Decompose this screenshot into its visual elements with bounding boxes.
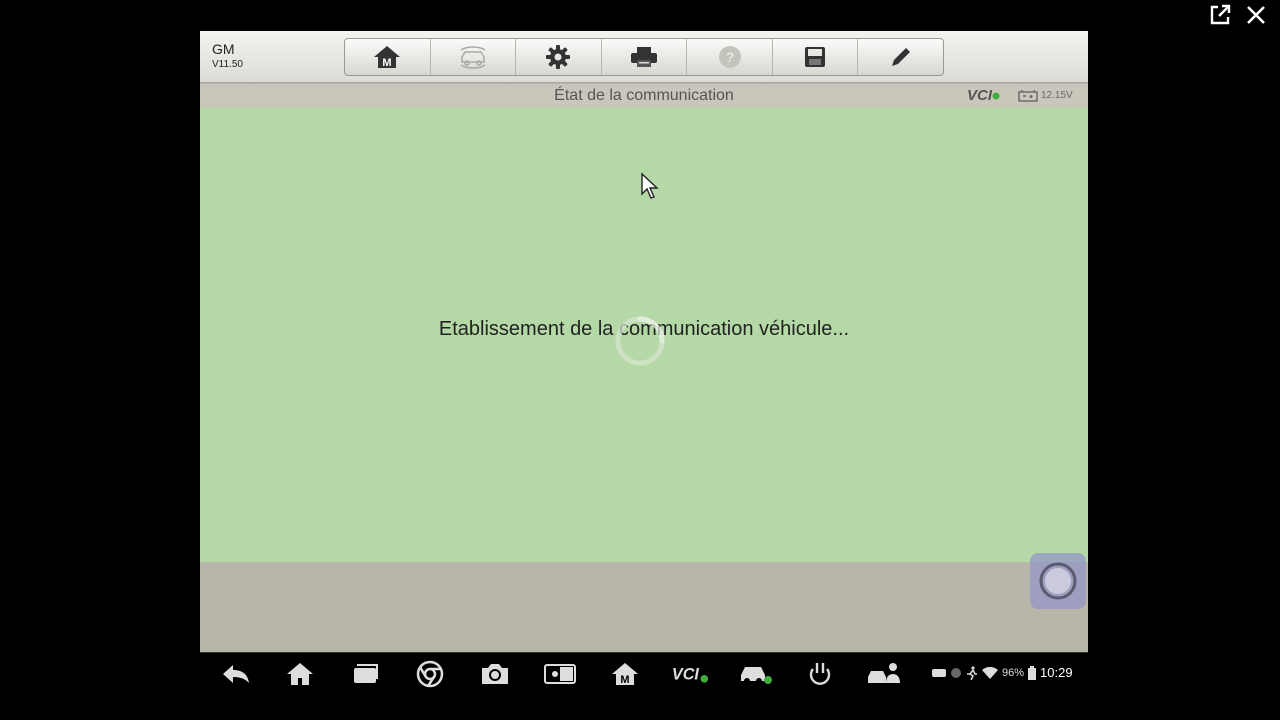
page-title: État de la communication <box>554 87 734 104</box>
technician-button[interactable] <box>865 659 905 689</box>
android-navbar: M VCI 96% 10:29 <box>200 652 1088 695</box>
recent-apps-icon <box>354 664 378 683</box>
technician-car-icon <box>868 663 900 683</box>
camera-button[interactable] <box>475 659 515 689</box>
camera-icon <box>482 664 508 684</box>
status-titlebar: État de la communication VCI 12.15V <box>200 84 1088 108</box>
footer-area <box>200 562 1088 652</box>
loading-spinner-icon <box>615 316 665 366</box>
vehicle-swap-button[interactable] <box>431 39 517 75</box>
svg-text:M: M <box>620 674 629 686</box>
dot-icon <box>951 667 961 678</box>
home-m-icon: M <box>612 663 638 686</box>
gear-icon <box>546 45 571 69</box>
wifi-icon <box>982 666 998 679</box>
toolbar: M ? <box>344 38 944 76</box>
chat-icon <box>932 668 946 677</box>
vehicle-button[interactable] <box>735 659 775 689</box>
svg-text:M: M <box>383 57 392 69</box>
power-button[interactable] <box>800 659 840 689</box>
tablet-screen: GM V11.50 M ? État de la communication V… <box>200 31 1088 695</box>
car-battery-icon <box>1018 90 1038 102</box>
save-icon <box>805 47 826 67</box>
print-button[interactable] <box>602 39 688 75</box>
pen-icon <box>891 48 910 66</box>
svg-text:VCI: VCI <box>672 666 699 684</box>
house-icon <box>287 663 313 685</box>
vci-indicator: VCI <box>967 87 1000 104</box>
vci-icon: VCI <box>672 666 709 684</box>
vci-label: VCI <box>967 87 993 104</box>
battery-percent: 96% <box>1002 666 1025 679</box>
battery-icon <box>1028 665 1037 680</box>
external-link-button[interactable] <box>1206 2 1234 28</box>
home-button[interactable]: M <box>345 39 431 75</box>
svg-text:?: ? <box>725 49 734 65</box>
autel-home-button[interactable]: M <box>605 659 645 689</box>
runner-icon <box>967 665 977 680</box>
back-button[interactable] <box>216 659 256 689</box>
recent-apps-button[interactable] <box>345 659 385 689</box>
window-controls <box>1206 2 1270 28</box>
vehicle-swap-icon <box>460 46 486 69</box>
help-icon: ? <box>718 46 741 68</box>
android-home-button[interactable] <box>280 659 320 689</box>
brand-version: V11.50 <box>212 59 243 70</box>
app-header: GM V11.50 M ? <box>200 31 1088 83</box>
battery-voltage: 12.15V <box>1018 89 1073 102</box>
plug-icon <box>809 663 831 685</box>
brightness-icon <box>544 664 576 684</box>
settings-button[interactable] <box>516 39 602 75</box>
vci-button[interactable]: VCI <box>670 659 710 689</box>
close-icon <box>1247 6 1265 24</box>
browser-button[interactable] <box>410 659 450 689</box>
home-m-icon: M <box>374 46 401 69</box>
main-content: Etablissement de la communication véhicu… <box>200 108 1088 562</box>
clock: 10:29 <box>1040 665 1073 680</box>
printer-icon <box>631 47 658 67</box>
external-link-icon <box>1210 4 1231 25</box>
system-tray: 96% 10:29 <box>932 665 1073 680</box>
close-button[interactable] <box>1242 2 1270 28</box>
battery-voltage-value: 12.15V <box>1041 90 1073 101</box>
back-arrow-icon <box>223 665 249 683</box>
car-icon <box>741 667 772 684</box>
save-button[interactable] <box>773 39 859 75</box>
help-button[interactable]: ? <box>687 39 773 75</box>
mouse-cursor-icon <box>641 172 659 199</box>
edit-button[interactable] <box>858 39 943 75</box>
display-button[interactable] <box>540 659 580 689</box>
floating-assist-button[interactable] <box>1030 553 1086 609</box>
vci-connected-icon <box>992 92 1000 100</box>
brand-name: GM <box>212 41 235 57</box>
ring-icon <box>1039 562 1077 600</box>
brand-block: GM V11.50 <box>212 41 243 70</box>
chrome-icon <box>416 660 444 688</box>
